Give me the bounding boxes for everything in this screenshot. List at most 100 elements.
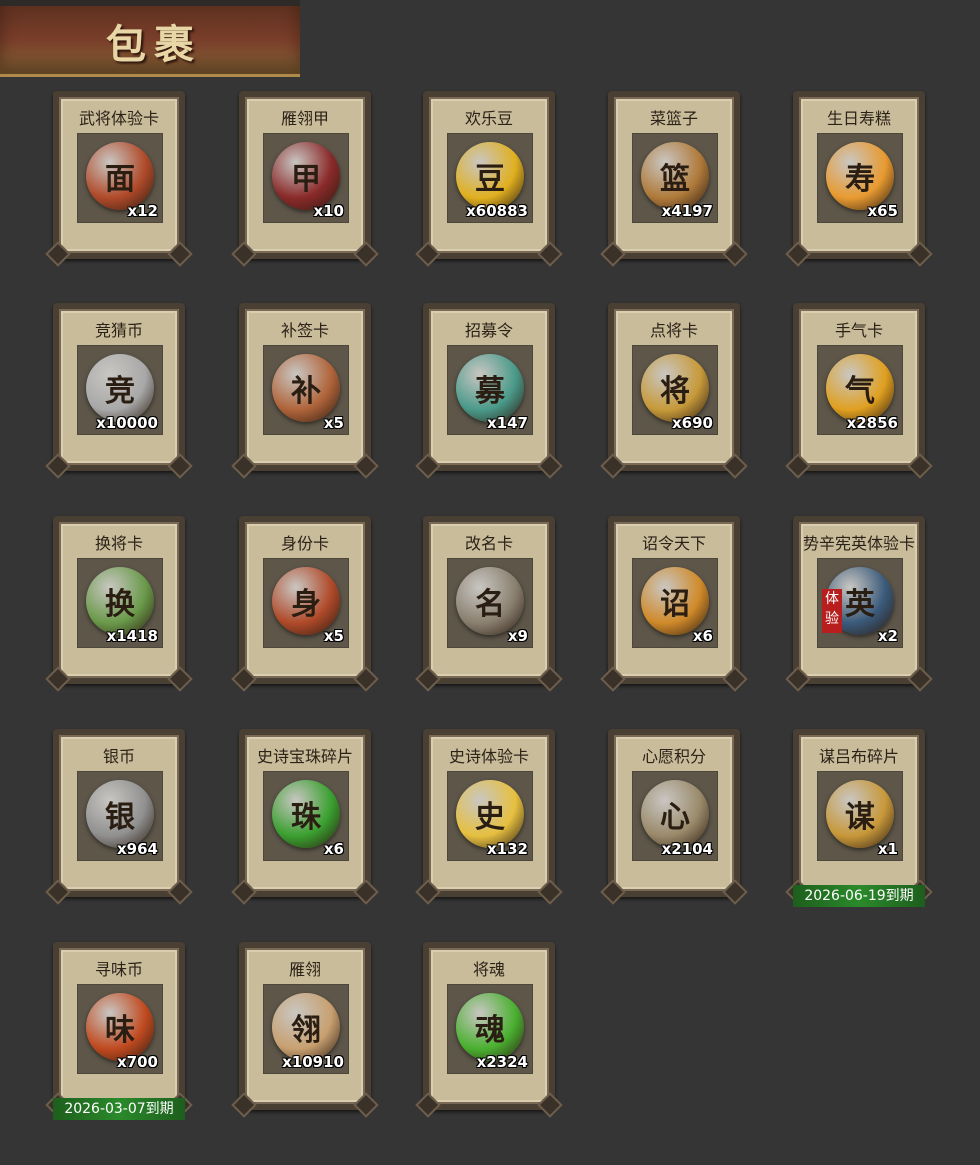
item-count: x2324 [476,1053,528,1071]
silver-coin-icon: 竞 [86,354,154,422]
rename-token-icon: 名 [456,567,524,635]
item-name: 谋吕布碎片 [818,747,899,766]
birthday-cake-icon: 寿 [826,142,894,210]
item-count: x147 [487,414,528,432]
item-name: 心愿积分 [641,747,706,766]
bag-item[interactable]: 将魂魂 x2324 [423,942,555,1110]
item-count: x690 [672,414,713,432]
token-card-icon: 补 [272,354,340,422]
general-token-icon: 将 [641,354,709,422]
bag-item[interactable]: 生日寿糕寿 x65 [793,91,925,259]
bag-item[interactable]: 心愿积分心 x2104 [608,729,740,897]
edict-scroll-icon: 诏 [641,567,709,635]
item-name: 身份卡 [280,534,329,553]
bag-item[interactable]: 点将卡将 x690 [608,303,740,471]
bag-item[interactable]: 改名卡名 x9 [423,516,555,684]
bag-item[interactable]: 菜篮子篮 x4197 [608,91,740,259]
item-icon-frame: 翎 x10910 [263,984,349,1074]
item-grid: 武将体验卡面 x12 雁翎甲甲 x10 欢乐豆豆 x60883 菜篮子篮 x4197 生日寿糕寿… [0,0,980,1165]
item-icon-frame: 换 x1418 [77,558,163,648]
item-name: 点将卡 [649,321,698,340]
item-count: x6 [692,627,713,645]
item-count: x700 [117,1053,158,1071]
item-count: x10910 [282,1053,344,1071]
item-name: 招募令 [464,321,513,340]
bag-item[interactable]: 补签卡补 x5 [239,303,371,471]
heart-coin-icon: 心 [641,780,709,848]
green-shard-icon: 珠 [272,780,340,848]
item-name: 换将卡 [94,534,143,553]
silver-coins-icon: 银 [86,780,154,848]
bag-item[interactable]: 雁翎甲甲 x10 [239,91,371,259]
item-name: 菜篮子 [649,109,698,128]
item-name: 银币 [102,747,135,766]
bag-item[interactable]: 武将体验卡面 x12 [53,91,185,259]
bag-item[interactable]: 寻味币味 x700 2026-03-07到期 [53,942,185,1120]
gold-beans-icon: 豆 [456,142,524,210]
bag-item[interactable]: 史诗宝珠碎片珠 x6 [239,729,371,897]
bag-item[interactable]: 雁翎翎 x10910 [239,942,371,1110]
bag-item[interactable]: 换将卡换 x1418 [53,516,185,684]
green-crystal-icon: 魂 [456,993,524,1061]
item-name: 史诗宝珠碎片 [256,747,353,766]
bag-item[interactable]: 手气卡气 x2856 [793,303,925,471]
bag-item[interactable]: 银币银 x964 [53,729,185,897]
item-icon-frame: 寿 x65 [817,133,903,223]
item-count: x2856 [846,414,898,432]
bag-item[interactable]: 谋吕布碎片谋 x1 2026-06-19到期 [793,729,925,907]
gold-card-icon: 史 [456,780,524,848]
item-icon-frame: 气 x2856 [817,345,903,435]
bag-item[interactable]: 史诗体验卡史 x132 [423,729,555,897]
item-count: x5 [323,627,344,645]
bag-item[interactable]: 竞猜币竞 x10000 [53,303,185,471]
item-count: x60883 [466,202,528,220]
item-count: x6 [323,840,344,858]
item-count: x2 [877,627,898,645]
item-icon-frame: 英体验 x2 [817,558,903,648]
item-count: x65 [867,202,898,220]
item-count: x1418 [106,627,158,645]
puzzle-piece-icon: 谋 [826,780,894,848]
item-name: 诏令天下 [641,534,706,553]
item-count: x12 [127,202,158,220]
item-name: 史诗体验卡 [448,747,529,766]
bag-item[interactable]: 欢乐豆豆 x60883 [423,91,555,259]
item-name: 雁翎 [288,960,321,979]
expiry-banner: 2026-06-19到期 [793,885,925,907]
item-icon-frame: 味 x700 [77,984,163,1074]
item-icon-frame: 将 x690 [632,345,718,435]
item-icon-frame: 诏 x6 [632,558,718,648]
item-icon-frame: 珠 x6 [263,771,349,861]
item-name: 手气卡 [834,321,883,340]
bag-item[interactable]: 诏令天下诏 x6 [608,516,740,684]
item-count: x964 [117,840,158,858]
item-icon-frame: 篮 x4197 [632,133,718,223]
item-icon-frame: 甲 x10 [263,133,349,223]
bag-item[interactable]: 招募令募 x147 [423,303,555,471]
basket-icon: 篮 [641,142,709,210]
trial-badge: 体验 [822,589,842,633]
taste-coin-icon: 味 [86,993,154,1061]
item-icon-frame: 募 x147 [447,345,533,435]
item-icon-frame: 补 x5 [263,345,349,435]
item-icon-frame: 心 x2104 [632,771,718,861]
item-icon-frame: 史 x132 [447,771,533,861]
item-name: 竞猜币 [94,321,143,340]
identity-mask-card-icon: 身 [272,567,340,635]
bag-item[interactable]: 势辛宪英体验卡英体验 x2 [793,516,925,684]
item-icon-frame: 名 x9 [447,558,533,648]
item-name: 补签卡 [280,321,329,340]
item-icon-frame: 谋 x1 [817,771,903,861]
swap-token-icon: 换 [86,567,154,635]
item-count: x10 [313,202,344,220]
expiry-banner: 2026-03-07到期 [53,1098,185,1120]
item-name: 寻味币 [94,960,143,979]
bag-item[interactable]: 身份卡身 x5 [239,516,371,684]
item-name: 改名卡 [464,534,513,553]
opera-mask-card-icon: 面 [86,142,154,210]
item-count: x10000 [96,414,158,432]
item-count: x1 [877,840,898,858]
item-name: 武将体验卡 [78,109,159,128]
item-icon-frame: 竞 x10000 [77,345,163,435]
item-count: x9 [507,627,528,645]
